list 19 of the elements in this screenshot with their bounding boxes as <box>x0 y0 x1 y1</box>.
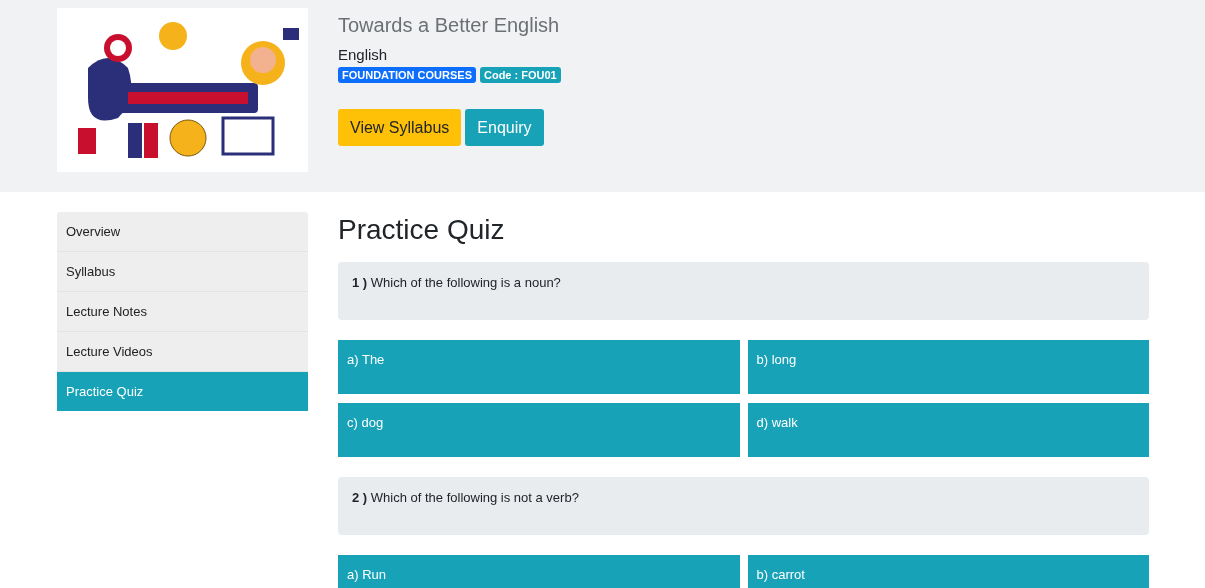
course-badge: FOUNDATION COURSES <box>338 67 476 83</box>
question-text: 1 ) Which of the following is a noun? <box>338 262 1149 320</box>
course-title: Towards a Better English <box>338 14 561 36</box>
question-text: 2 ) Which of the following is not a verb? <box>338 477 1149 535</box>
sidebar-item[interactable]: Overview <box>57 212 308 252</box>
answer-option[interactable]: a) The <box>338 340 740 394</box>
sidebar-item[interactable]: Lecture Notes <box>57 292 308 332</box>
answer-option[interactable]: a) Run <box>338 555 740 588</box>
answer-option[interactable]: b) long <box>747 340 1149 394</box>
answer-option[interactable]: c) dog <box>338 403 740 457</box>
enquiry-button[interactable]: Enquiry <box>465 109 544 146</box>
sidebar-item[interactable]: Practice Quiz <box>57 372 308 411</box>
view-syllabus-button[interactable]: View Syllabus <box>338 109 462 146</box>
course-subject: English <box>338 46 389 63</box>
section-heading: Practice Quiz <box>338 213 506 247</box>
answer-option[interactable]: b) carrot <box>747 555 1149 588</box>
sidebar-item[interactable]: Syllabus <box>57 252 308 292</box>
course-badge: Code : FOU01 <box>479 67 561 83</box>
answer-option[interactable]: d) walk <box>747 403 1149 457</box>
